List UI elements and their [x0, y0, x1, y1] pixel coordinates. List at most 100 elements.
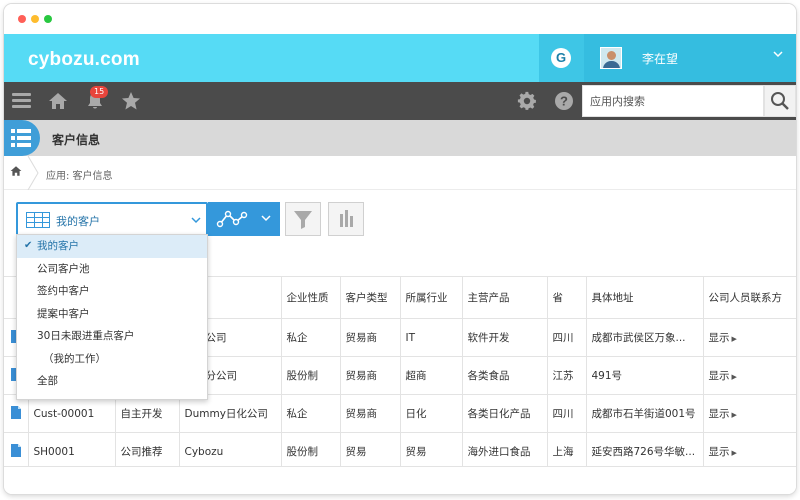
- header-bar: cybozu.com G 李在望: [4, 34, 796, 82]
- cell-contacts[interactable]: 显示 ▶: [702, 318, 796, 357]
- view-selector[interactable]: 我的客户: [16, 202, 208, 236]
- view-option-label: 30日未跟进重点客户: [37, 330, 135, 342]
- page-title: 客户信息: [52, 133, 101, 147]
- search-button[interactable]: [764, 85, 796, 117]
- column-header-address[interactable]: 具体地址: [585, 276, 704, 319]
- view-option[interactable]: 签约中客户: [17, 280, 207, 303]
- view-option[interactable]: ✔ 我的客户: [17, 235, 207, 258]
- view-option-label: 全部: [37, 375, 58, 387]
- cell-source: 自主开发: [114, 394, 180, 433]
- notification-badge: 15: [90, 86, 109, 98]
- home-icon[interactable]: [10, 165, 22, 180]
- cell-industry: 日化: [399, 394, 463, 433]
- breadcrumb-app-link[interactable]: 应用: 客户信息: [46, 167, 113, 182]
- view-option-label: 提案中客户: [37, 307, 90, 320]
- view-option[interactable]: 30日未跟进重点客户: [17, 325, 207, 348]
- filter-icon: [294, 211, 312, 229]
- gear-icon[interactable]: [517, 91, 537, 114]
- view-option[interactable]: （我的工作）: [17, 348, 207, 371]
- expand-triangle-icon: ▶: [731, 335, 737, 343]
- header-right: G 李在望: [539, 34, 796, 82]
- cell-customer-type: 贸易商: [339, 356, 401, 395]
- expand-triangle-icon: ▶: [731, 449, 737, 457]
- home-icon[interactable]: [48, 91, 68, 114]
- cell-address: 成都市石羊街道001号: [585, 394, 704, 433]
- check-icon: ✔: [24, 240, 33, 251]
- view-dropdown-menu: ✔ 我的客户公司客户池签约中客户提案中客户 30日未跟进重点客户 （我的工作） 全部: [16, 234, 208, 400]
- avatar: [600, 47, 622, 69]
- cell-company-type: 私企: [280, 394, 341, 433]
- navigation-bar: 15 ?: [4, 82, 796, 120]
- bar-chart-icon: [340, 210, 353, 227]
- column-header-company-type[interactable]: 企业性质: [280, 276, 341, 319]
- view-option[interactable]: 公司客户池: [17, 258, 207, 281]
- view-option[interactable]: 全部: [17, 370, 207, 393]
- cell-record-id: SH0001: [27, 432, 116, 471]
- cell-customer-type: 贸易商: [339, 394, 401, 433]
- column-header-contacts[interactable]: 公司人员联系方: [702, 276, 796, 319]
- breadcrumb: 应用: 客户信息: [4, 156, 796, 190]
- column-header-industry[interactable]: 所属行业: [399, 276, 463, 319]
- minimize-window-dot[interactable]: [31, 15, 39, 23]
- view-option-label: 我的客户: [37, 240, 79, 252]
- window-titlebar: [4, 4, 796, 34]
- cell-contacts[interactable]: 显示 ▶: [702, 394, 796, 433]
- cell-customer-type: 贸易: [339, 432, 401, 471]
- maximize-window-dot[interactable]: [44, 15, 52, 23]
- menu-icon[interactable]: [12, 93, 31, 109]
- chevron-down-icon: [772, 48, 784, 63]
- filter-button[interactable]: [285, 202, 321, 236]
- chevron-down-icon: [191, 217, 201, 224]
- cell-address: 成都市武侯区万象...: [585, 318, 704, 357]
- cybozu-logo[interactable]: cybozu.com: [28, 49, 140, 71]
- cell-province: 江苏: [546, 356, 587, 395]
- svg-text:?: ?: [560, 94, 568, 109]
- cell-address: 延安西路726号华敏...: [585, 432, 704, 471]
- cell-company-type: 股份制: [280, 356, 341, 395]
- cell-record-id: Cust-00001: [27, 394, 116, 433]
- google-icon[interactable]: G: [551, 48, 571, 68]
- expand-triangle-icon: ▶: [731, 411, 737, 419]
- star-icon[interactable]: [121, 91, 141, 114]
- view-option-label: （我的工作）: [43, 352, 106, 365]
- graph-view-button[interactable]: [208, 202, 280, 236]
- document-icon: [10, 405, 21, 419]
- cell-province: 上海: [546, 432, 587, 471]
- cell-company-name: Cybozu: [178, 432, 282, 471]
- cell-main-product: 各类日化产品: [461, 394, 548, 433]
- cell-main-product: 软件开发: [461, 318, 548, 357]
- close-window-dot[interactable]: [18, 15, 26, 23]
- record-detail-cell[interactable]: [4, 394, 29, 433]
- cell-province: 四川: [546, 394, 587, 433]
- search-input[interactable]: [583, 86, 753, 116]
- cell-address: 491号: [585, 356, 704, 395]
- user-menu[interactable]: 李在望: [584, 34, 796, 82]
- app-list-icon[interactable]: [4, 120, 40, 156]
- aggregate-button[interactable]: [328, 202, 364, 236]
- cell-contacts[interactable]: 显示 ▶: [702, 356, 796, 395]
- document-icon: [10, 443, 21, 457]
- cell-industry: IT: [399, 318, 463, 357]
- cell-industry: 超商: [399, 356, 463, 395]
- view-option[interactable]: 提案中客户: [17, 303, 207, 326]
- cell-source: 公司推荐: [114, 432, 180, 471]
- user-name: 李在望: [642, 52, 679, 66]
- record-detail-cell[interactable]: [4, 432, 29, 471]
- cell-company-name: Dummy日化公司: [178, 394, 282, 433]
- search-icon: [771, 92, 789, 110]
- column-header-main-product[interactable]: 主营产品: [461, 276, 548, 319]
- table-row[interactable]: SH0001 公司推荐 Cybozu 股份制 贸易 贸易 海外进口食品 上海 延安西路726号华…: [4, 432, 796, 471]
- table-row[interactable]: Cust-00001 自主开发 Dummy日化公司 私企 贸易商 日化 各类日化产品 四川 成都…: [4, 394, 796, 433]
- column-header-province[interactable]: 省: [546, 276, 587, 319]
- search-field-wrapper: [582, 85, 764, 117]
- view-option-label: 公司客户池: [37, 262, 90, 275]
- cell-customer-type: 贸易商: [339, 318, 401, 357]
- cell-company-type: 股份制: [280, 432, 341, 471]
- cell-company-type: 私企: [280, 318, 341, 357]
- column-header-customer-type[interactable]: 客户类型: [339, 276, 401, 319]
- cell-contacts[interactable]: 显示 ▶: [702, 432, 796, 471]
- help-icon[interactable]: ?: [554, 91, 574, 114]
- cell-main-product: 海外进口食品: [461, 432, 548, 471]
- view-option-label: 签约中客户: [37, 285, 90, 297]
- cell-main-product: 各类食品: [461, 356, 548, 395]
